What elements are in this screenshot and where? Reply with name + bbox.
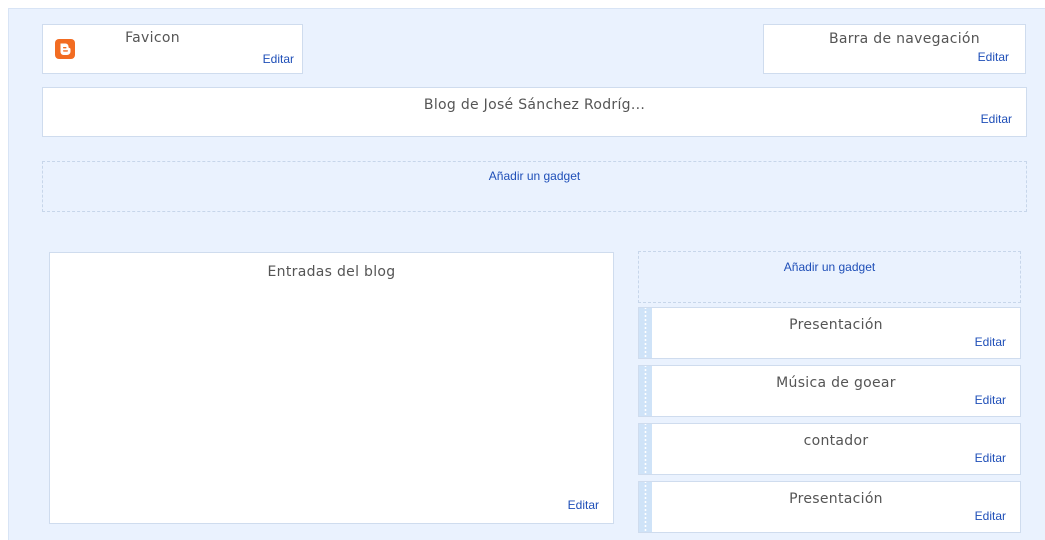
blog-posts-gadget: Entradas del blog Editar	[49, 252, 614, 524]
sidebar-gadget-title: contador	[803, 433, 869, 449]
blog-posts-edit-link[interactable]: Editar	[568, 498, 599, 512]
add-gadget-area-sidebar: Añadir un gadget	[638, 251, 1021, 303]
layout-canvas: Favicon Editar Barra de navegación Edita…	[8, 8, 1045, 540]
sidebar-gadget-edit-link[interactable]: Editar	[975, 393, 1006, 407]
add-gadget-area-top: Añadir un gadget	[42, 161, 1027, 212]
drag-handle[interactable]	[639, 482, 652, 532]
navbar-title: Barra de navegación	[829, 31, 980, 47]
favicon-title: Favicon	[125, 30, 180, 46]
add-gadget-link-top[interactable]: Añadir un gadget	[43, 169, 1026, 183]
sidebar-gadget-title: Presentación	[789, 317, 883, 333]
drag-handle[interactable]	[639, 424, 652, 474]
sidebar-gadget[interactable]: contador Editar	[638, 423, 1021, 475]
header-title: Blog de José Sánchez Rodríg...	[423, 97, 646, 113]
sidebar-gadget-title: Música de goear	[776, 375, 896, 391]
sidebar-gadget-title: Presentación	[789, 491, 883, 507]
navbar-edit-link[interactable]: Editar	[978, 50, 1009, 64]
drag-handle[interactable]	[639, 366, 652, 416]
add-gadget-link-sidebar[interactable]: Añadir un gadget	[639, 260, 1020, 274]
sidebar-gadget-edit-link[interactable]: Editar	[975, 335, 1006, 349]
sidebar-gadget[interactable]: Presentación Editar	[638, 307, 1021, 359]
header-gadget: Blog de José Sánchez Rodríg... Editar	[42, 87, 1027, 137]
sidebar-gadget-edit-link[interactable]: Editar	[975, 451, 1006, 465]
drag-handle[interactable]	[639, 308, 652, 358]
sidebar-gadget[interactable]: Presentación Editar	[638, 481, 1021, 533]
navbar-gadget: Barra de navegación Editar	[763, 24, 1026, 74]
favicon-edit-link[interactable]: Editar	[263, 52, 294, 66]
sidebar-gadget-edit-link[interactable]: Editar	[975, 509, 1006, 523]
favicon-gadget: Favicon Editar	[42, 24, 303, 74]
blog-posts-title: Entradas del blog	[267, 264, 396, 280]
sidebar-gadget[interactable]: Música de goear Editar	[638, 365, 1021, 417]
header-edit-link[interactable]: Editar	[981, 112, 1012, 126]
